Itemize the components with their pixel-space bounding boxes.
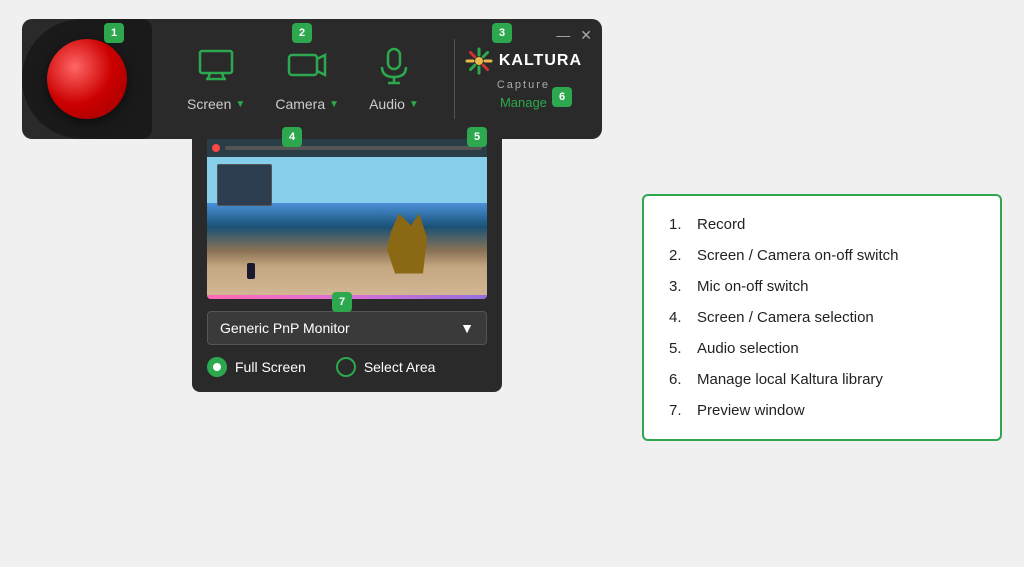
kaltura-text: KALTURA <box>499 52 582 70</box>
kaltura-logo: KALTURA <box>465 47 582 75</box>
manage-link[interactable]: Manage <box>500 95 547 110</box>
preview-image <box>207 139 487 299</box>
select-area-radio[interactable]: Select Area <box>336 357 436 377</box>
minimize-button[interactable]: — <box>556 27 570 44</box>
full-screen-radio-circle <box>207 357 227 377</box>
controls-divider <box>454 39 455 119</box>
audio-chevron: ▼ <box>409 99 419 110</box>
record-pill <box>22 19 152 139</box>
preview-record-dot <box>212 144 220 152</box>
camera-label: Camera ▼ <box>275 96 339 112</box>
monitor-select-label: Generic PnP Monitor <box>220 320 350 336</box>
record-button[interactable] <box>47 39 127 119</box>
list-item: 6. Manage local Kaltura library <box>669 371 975 388</box>
camera-control[interactable]: Camera ▼ <box>275 45 339 112</box>
full-screen-label: Full Screen <box>235 359 306 375</box>
camera-icon <box>287 45 327 90</box>
info-list: 1. Record 2. Screen / Camera on-off swit… <box>669 216 975 419</box>
badge-4: 4 <box>282 127 302 147</box>
kaltura-icon <box>465 47 493 75</box>
preview-toolbar-lines <box>225 146 482 150</box>
badge-1: 1 <box>104 23 124 43</box>
controls-group: Screen ▼ Camera ▼ <box>162 45 444 112</box>
preview-camera-thumb <box>217 164 272 206</box>
person-silhouette <box>247 263 255 279</box>
list-item: 5. Audio selection <box>669 340 975 357</box>
list-item: 3. Mic on-off switch <box>669 278 975 295</box>
badge-5: 5 <box>467 127 487 147</box>
screen-control[interactable]: Screen ▼ <box>187 45 245 112</box>
radio-row: Full Screen Select Area <box>207 357 487 377</box>
info-panel: 1. Record 2. Screen / Camera on-off swit… <box>642 194 1002 441</box>
audio-control[interactable]: Audio ▼ <box>369 45 419 112</box>
list-item: 1. Record <box>669 216 975 233</box>
screen-chevron: ▼ <box>235 99 245 110</box>
badge-3: 3 <box>492 23 512 43</box>
preview-panel: Generic PnP Monitor ▼ Full Screen Select… <box>192 124 502 392</box>
badge-6: 6 <box>552 87 572 107</box>
select-area-label: Select Area <box>364 359 436 375</box>
close-button[interactable]: ✕ <box>580 27 592 44</box>
audio-label: Audio ▼ <box>369 96 419 112</box>
badge-7: 7 <box>332 292 352 312</box>
window-controls: — ✕ <box>556 27 592 44</box>
rock-formation <box>387 214 427 274</box>
list-item: 7. Preview window <box>669 402 975 419</box>
list-item: 2. Screen / Camera on-off switch <box>669 247 975 264</box>
preview-toolbar-bar <box>207 139 487 157</box>
mic-icon <box>374 45 414 90</box>
main-container: Screen ▼ Camera ▼ <box>22 19 1002 549</box>
kaltura-capture-label: Capture <box>497 79 550 91</box>
badge-2: 2 <box>292 23 312 43</box>
monitor-select[interactable]: Generic PnP Monitor ▼ <box>207 311 487 345</box>
screen-icon <box>196 45 236 90</box>
list-item: 4. Screen / Camera selection <box>669 309 975 326</box>
camera-chevron: ▼ <box>329 99 339 110</box>
select-area-radio-circle <box>336 357 356 377</box>
full-screen-radio[interactable]: Full Screen <box>207 357 306 377</box>
monitor-select-chevron: ▼ <box>460 320 474 336</box>
screen-label: Screen ▼ <box>187 96 245 112</box>
